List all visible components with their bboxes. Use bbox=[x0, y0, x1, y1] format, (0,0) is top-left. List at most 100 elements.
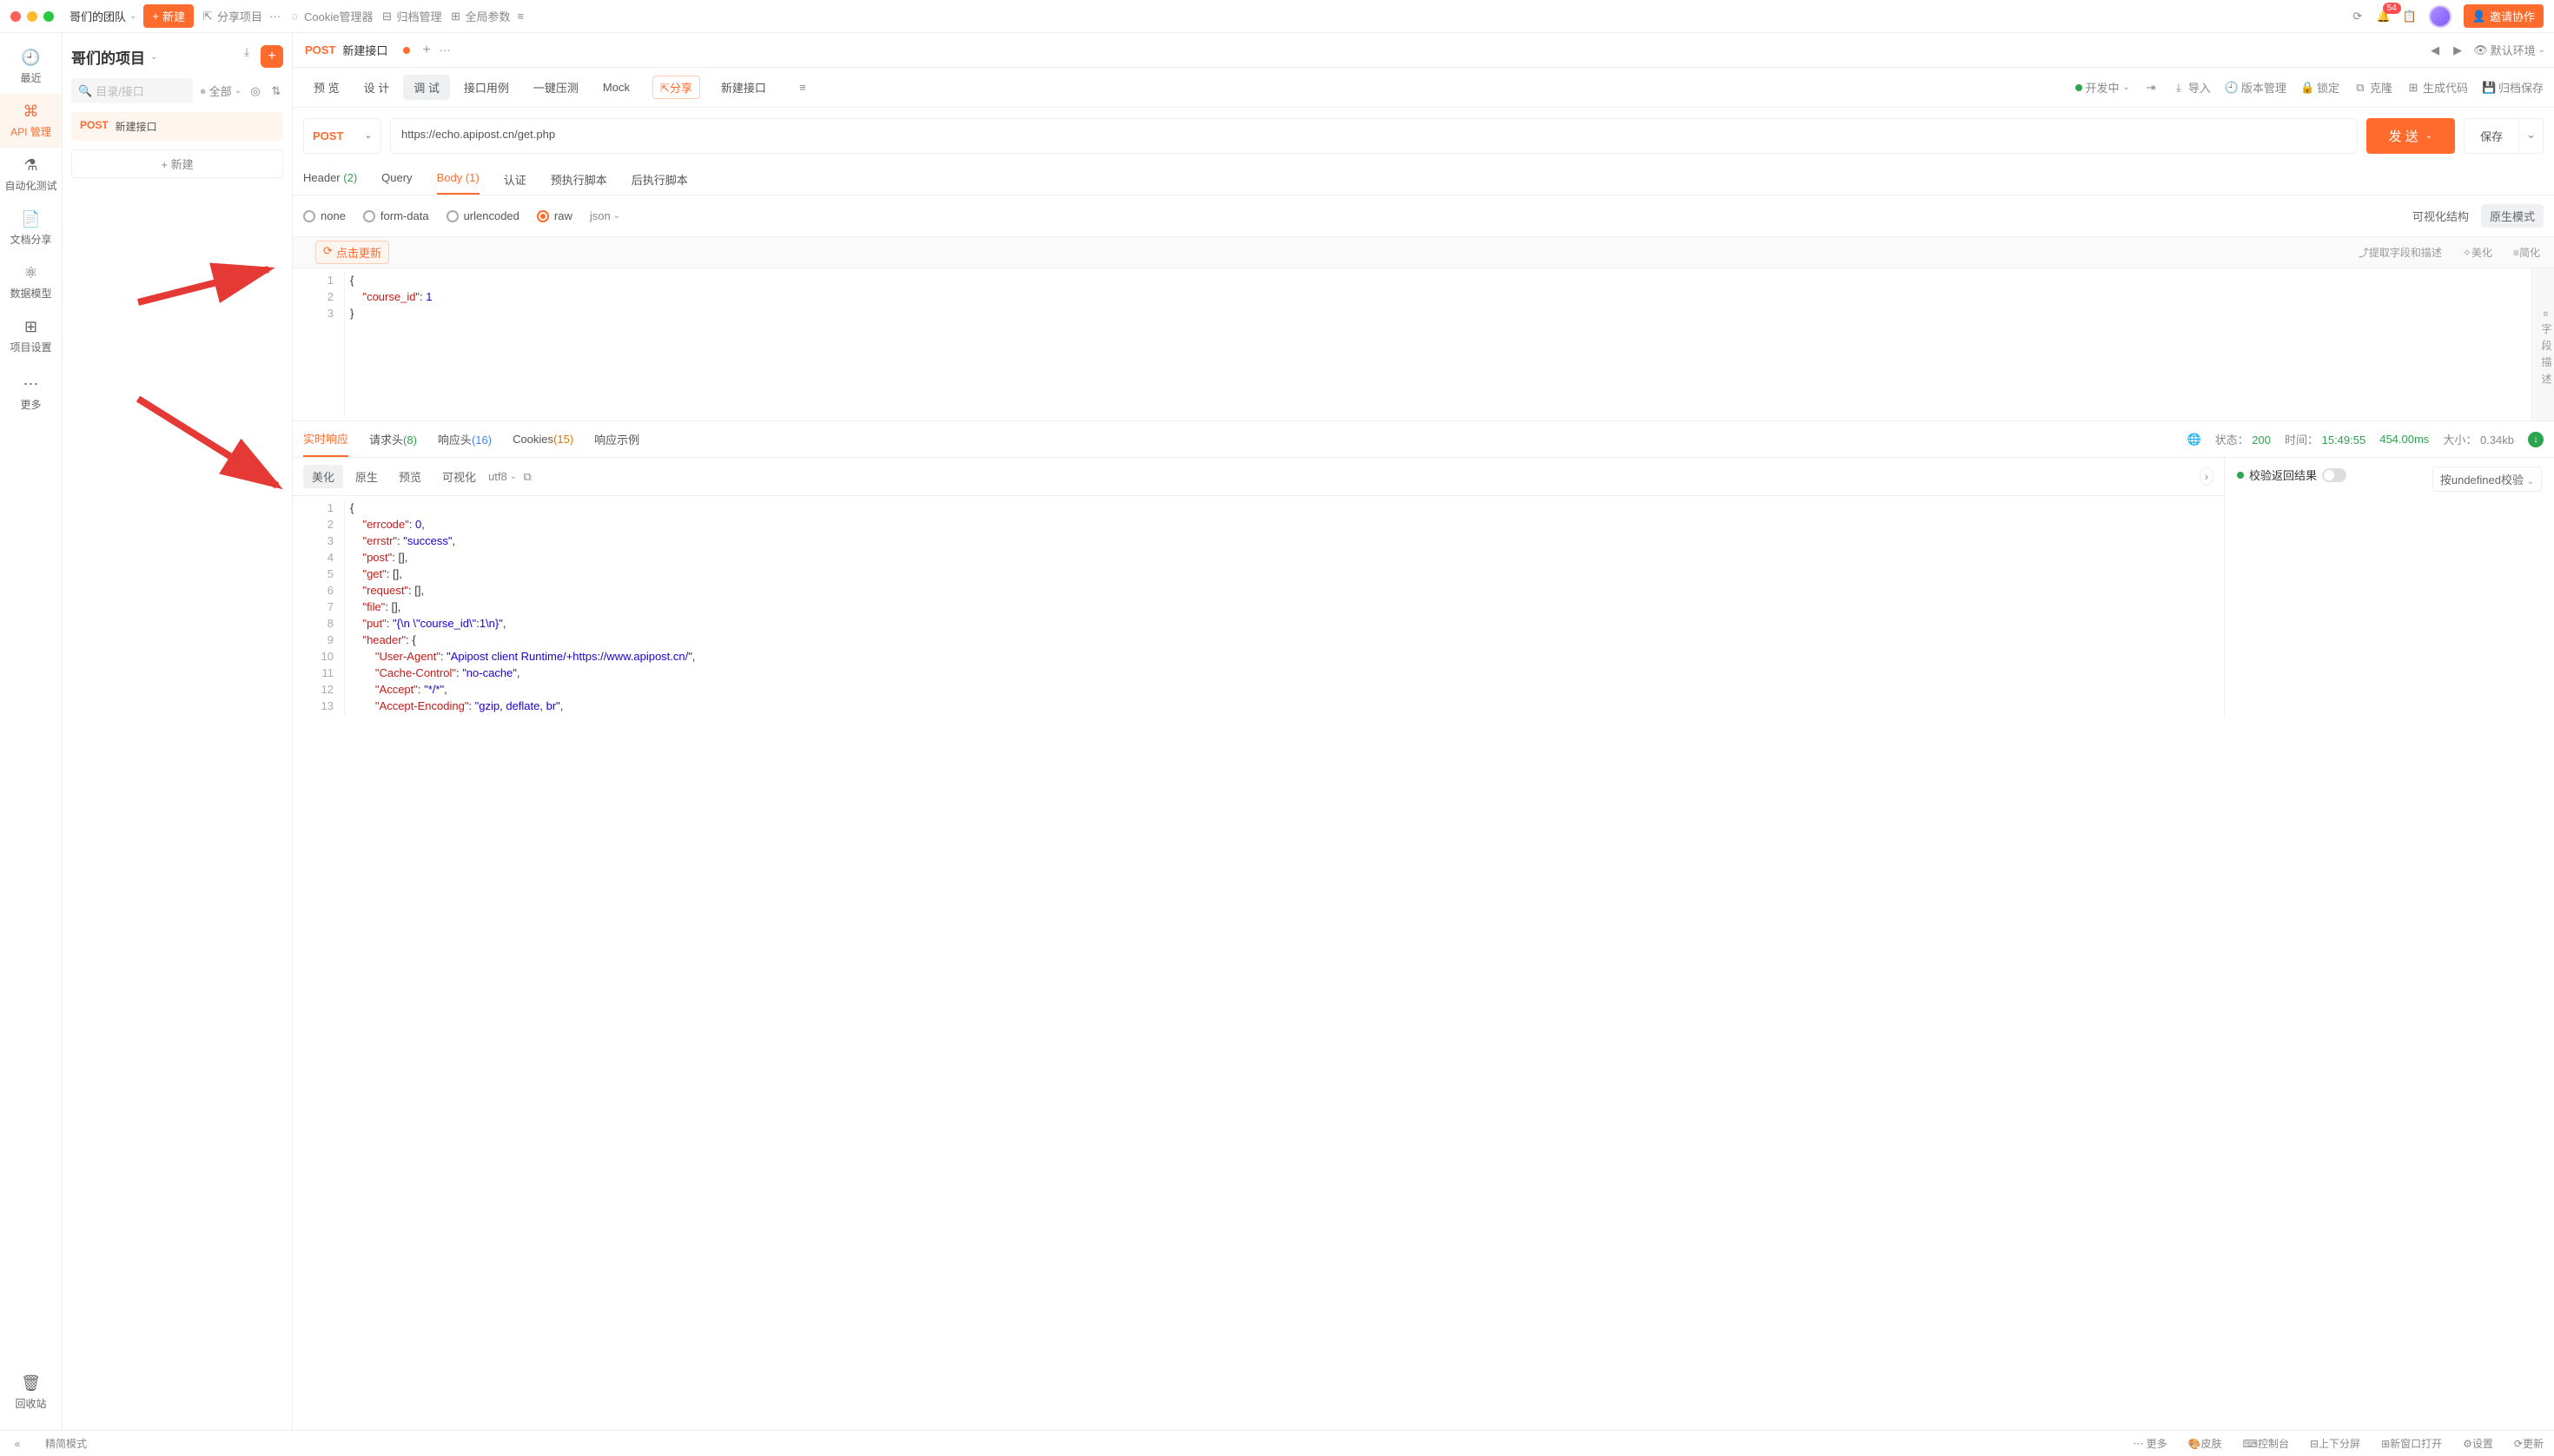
target-icon[interactable]: ◎ bbox=[248, 84, 262, 98]
collapse-icon[interactable]: « bbox=[10, 1438, 24, 1450]
reqtab-auth[interactable]: 认证 bbox=[504, 164, 526, 195]
simplify-button[interactable]: ≡简化 bbox=[2513, 245, 2540, 260]
export-icon[interactable]: ⤓ bbox=[240, 45, 254, 68]
visual-structure-toggle[interactable]: 可视化结构 bbox=[2404, 204, 2478, 228]
rail-more[interactable]: ⋯ 更多 bbox=[0, 367, 62, 420]
radio-none[interactable]: none bbox=[303, 209, 346, 222]
save-dropdown[interactable]: ⌄ bbox=[2518, 119, 2543, 153]
save-button[interactable]: 保存 bbox=[2465, 119, 2518, 153]
archive-manager-link[interactable]: ⊟ 归档管理 bbox=[380, 8, 442, 24]
reqtab-prescript[interactable]: 预执行脚本 bbox=[551, 164, 607, 195]
nav-prev-icon[interactable]: ◀ bbox=[2428, 43, 2442, 57]
new-button[interactable]: + 新建 bbox=[143, 4, 194, 28]
rail-autotest[interactable]: ⚗ 自动化测试 bbox=[0, 148, 62, 202]
minimize-icon[interactable] bbox=[27, 11, 37, 22]
rail-models[interactable]: ⚛ 数据模型 bbox=[0, 255, 62, 309]
reqtab-body[interactable]: Body (1) bbox=[437, 164, 480, 195]
resp-preview-tab[interactable]: 预览 bbox=[390, 465, 430, 488]
search-input[interactable]: 🔍 目录/接口 bbox=[71, 78, 193, 103]
rail-settings[interactable]: ⊞ 项目设置 bbox=[0, 309, 62, 363]
field-desc-panel[interactable]: « 字 段 描 述 bbox=[2531, 268, 2554, 420]
env-selector[interactable]: 👁 默认环境 ⌄ bbox=[2473, 42, 2545, 58]
sidebar-new-button[interactable]: + 新建 bbox=[71, 149, 283, 178]
tab-active[interactable]: POST 新建接口 bbox=[301, 36, 414, 63]
resptab-reqheaders[interactable]: 请求头(8) bbox=[369, 422, 417, 456]
api-tree-item[interactable]: POST 新建接口 bbox=[71, 112, 283, 141]
resp-visual-tab[interactable]: 可视化 bbox=[433, 465, 485, 488]
filter-all[interactable]: ● 全部 ⌄ bbox=[200, 83, 242, 99]
share-button[interactable]: ⇱分享 bbox=[652, 76, 700, 99]
version-button[interactable]: 🕘版本管理 bbox=[2225, 79, 2286, 96]
request-body-editor[interactable]: 123 { "course_id": 1 } « 字 段 描 述 bbox=[293, 268, 2554, 420]
method-selector[interactable]: POST ⌄ bbox=[303, 118, 381, 154]
sb-newwin[interactable]: ⊞新窗口打开 bbox=[2381, 1436, 2442, 1451]
resptab-live[interactable]: 实时响应 bbox=[303, 421, 348, 457]
reqtab-query[interactable]: Query bbox=[381, 164, 412, 195]
invite-button[interactable]: 👤 邀请协作 bbox=[2464, 4, 2544, 28]
rail-recent[interactable]: 🕘 最近 bbox=[0, 40, 62, 94]
tab-stress[interactable]: 一键压测 bbox=[523, 75, 589, 100]
refresh-button[interactable]: ⟳点击更新 bbox=[315, 241, 389, 264]
resptab-cookies[interactable]: Cookies(15) bbox=[513, 424, 573, 454]
maximize-icon[interactable] bbox=[43, 11, 54, 22]
raw-mode-toggle[interactable]: 原生模式 bbox=[2481, 204, 2544, 228]
beautify-button[interactable]: ✧美化 bbox=[2463, 245, 2492, 260]
edit-icon[interactable]: ≡ bbox=[796, 81, 810, 94]
indent-icon[interactable]: ⇥ bbox=[2144, 81, 2158, 95]
layout-mode[interactable]: 精简模式 bbox=[45, 1436, 87, 1451]
chevron-right-icon[interactable]: › bbox=[2200, 467, 2213, 486]
validate-schema-selector[interactable]: 按undefined校验 ⌄ bbox=[2432, 467, 2542, 492]
team-selector[interactable]: 哥们的团队 ⌄ bbox=[69, 8, 136, 24]
resp-raw-tab[interactable]: 原生 bbox=[347, 465, 387, 488]
nav-next-icon[interactable]: ▶ bbox=[2451, 43, 2465, 57]
tab-preview[interactable]: 预 览 bbox=[303, 75, 350, 100]
close-icon[interactable] bbox=[10, 11, 21, 22]
avatar[interactable] bbox=[2429, 5, 2451, 28]
download-icon[interactable]: ↓ bbox=[2528, 432, 2544, 447]
extract-fields-button[interactable]: ⤴提取字段和描述 bbox=[2359, 245, 2442, 260]
sort-icon[interactable]: ⇅ bbox=[269, 84, 283, 98]
resptab-respheaders[interactable]: 响应头(16) bbox=[438, 422, 492, 456]
more-menu[interactable]: ··· bbox=[269, 10, 281, 23]
rail-docs[interactable]: 📄 文档分享 bbox=[0, 202, 62, 255]
sb-console[interactable]: ⌨控制台 bbox=[2243, 1436, 2289, 1451]
clone-button[interactable]: ⧉克隆 bbox=[2353, 79, 2392, 96]
window-controls[interactable] bbox=[10, 11, 54, 22]
tab-debug[interactable]: 调 试 bbox=[403, 75, 450, 100]
radio-urlencoded[interactable]: urlencoded bbox=[447, 209, 519, 222]
sb-split[interactable]: ⊟上下分屏 bbox=[2310, 1436, 2360, 1451]
import-button[interactable]: ⤓导入 bbox=[2172, 79, 2211, 96]
sync-icon[interactable]: ⟳ bbox=[2351, 10, 2365, 23]
tab-design[interactable]: 设 计 bbox=[354, 75, 400, 100]
tab-usecase[interactable]: 接口用例 bbox=[453, 75, 519, 100]
copy-icon[interactable]: ⧉ bbox=[520, 470, 534, 484]
notifications-button[interactable]: 🔔 54 bbox=[2377, 10, 2391, 23]
chevron-down-icon[interactable]: ⌄ bbox=[150, 52, 157, 62]
resp-beautify-tab[interactable]: 美化 bbox=[303, 465, 343, 488]
share-project-button[interactable]: ⇱ 分享项目 bbox=[201, 8, 262, 24]
radio-raw[interactable]: raw bbox=[537, 209, 572, 222]
cookie-manager-link[interactable]: ◌ Cookie管理器 bbox=[288, 8, 373, 24]
reqtab-postscript[interactable]: 后执行脚本 bbox=[632, 164, 688, 195]
tab-add-button[interactable]: + bbox=[422, 43, 430, 58]
response-code-editor[interactable]: 12345678910111213 { "errcode": 0, "errst… bbox=[293, 496, 2224, 718]
status-selector[interactable]: 开发中 ⌄ bbox=[2075, 79, 2130, 96]
sb-more[interactable]: ⋯ 更多 bbox=[2133, 1436, 2167, 1451]
validate-toggle[interactable] bbox=[2322, 468, 2346, 482]
lock-button[interactable]: 🔒锁定 bbox=[2300, 79, 2339, 96]
tab-mock[interactable]: Mock bbox=[592, 76, 640, 98]
tab-more[interactable]: ··· bbox=[440, 43, 451, 56]
list-icon[interactable]: ≡ bbox=[518, 10, 525, 23]
encoding-selector[interactable]: utf8 ⌄ bbox=[488, 470, 517, 483]
code-content[interactable]: { "course_id": 1 } bbox=[345, 272, 433, 417]
gencode-button[interactable]: ⊞生成代码 bbox=[2406, 79, 2468, 96]
rail-trash[interactable]: 🗑 回收站 bbox=[0, 1366, 62, 1420]
sb-update[interactable]: ⟳更新 bbox=[2514, 1436, 2544, 1451]
clipboard-icon[interactable]: 📋 bbox=[2403, 10, 2417, 23]
archive-save-button[interactable]: 💾归档保存 bbox=[2482, 79, 2544, 96]
send-button[interactable]: 发 送 ⌄ bbox=[2366, 118, 2456, 154]
raw-type-selector[interactable]: json ⌄ bbox=[590, 209, 620, 222]
url-input[interactable]: https://echo.apipost.cn/get.php bbox=[390, 118, 2358, 154]
add-api-button[interactable]: + bbox=[261, 45, 283, 68]
global-params-link[interactable]: ⊞ 全局参数 bbox=[449, 8, 511, 24]
